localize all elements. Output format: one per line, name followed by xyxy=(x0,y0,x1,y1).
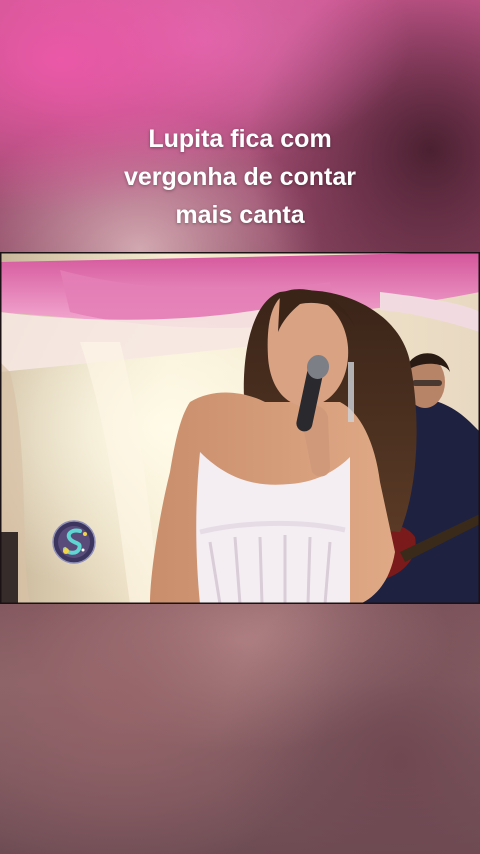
story-page: Lupita fica com vergonha de contar mais … xyxy=(0,0,480,854)
caption-text: Lupita fica com vergonha de contar mais … xyxy=(0,120,480,234)
channel-logo-icon xyxy=(52,520,96,564)
caption-line-1: Lupita fica com xyxy=(148,125,332,153)
caption-line-2: vergonha de contar xyxy=(124,163,356,191)
caption-line-3: mais canta xyxy=(175,201,305,229)
